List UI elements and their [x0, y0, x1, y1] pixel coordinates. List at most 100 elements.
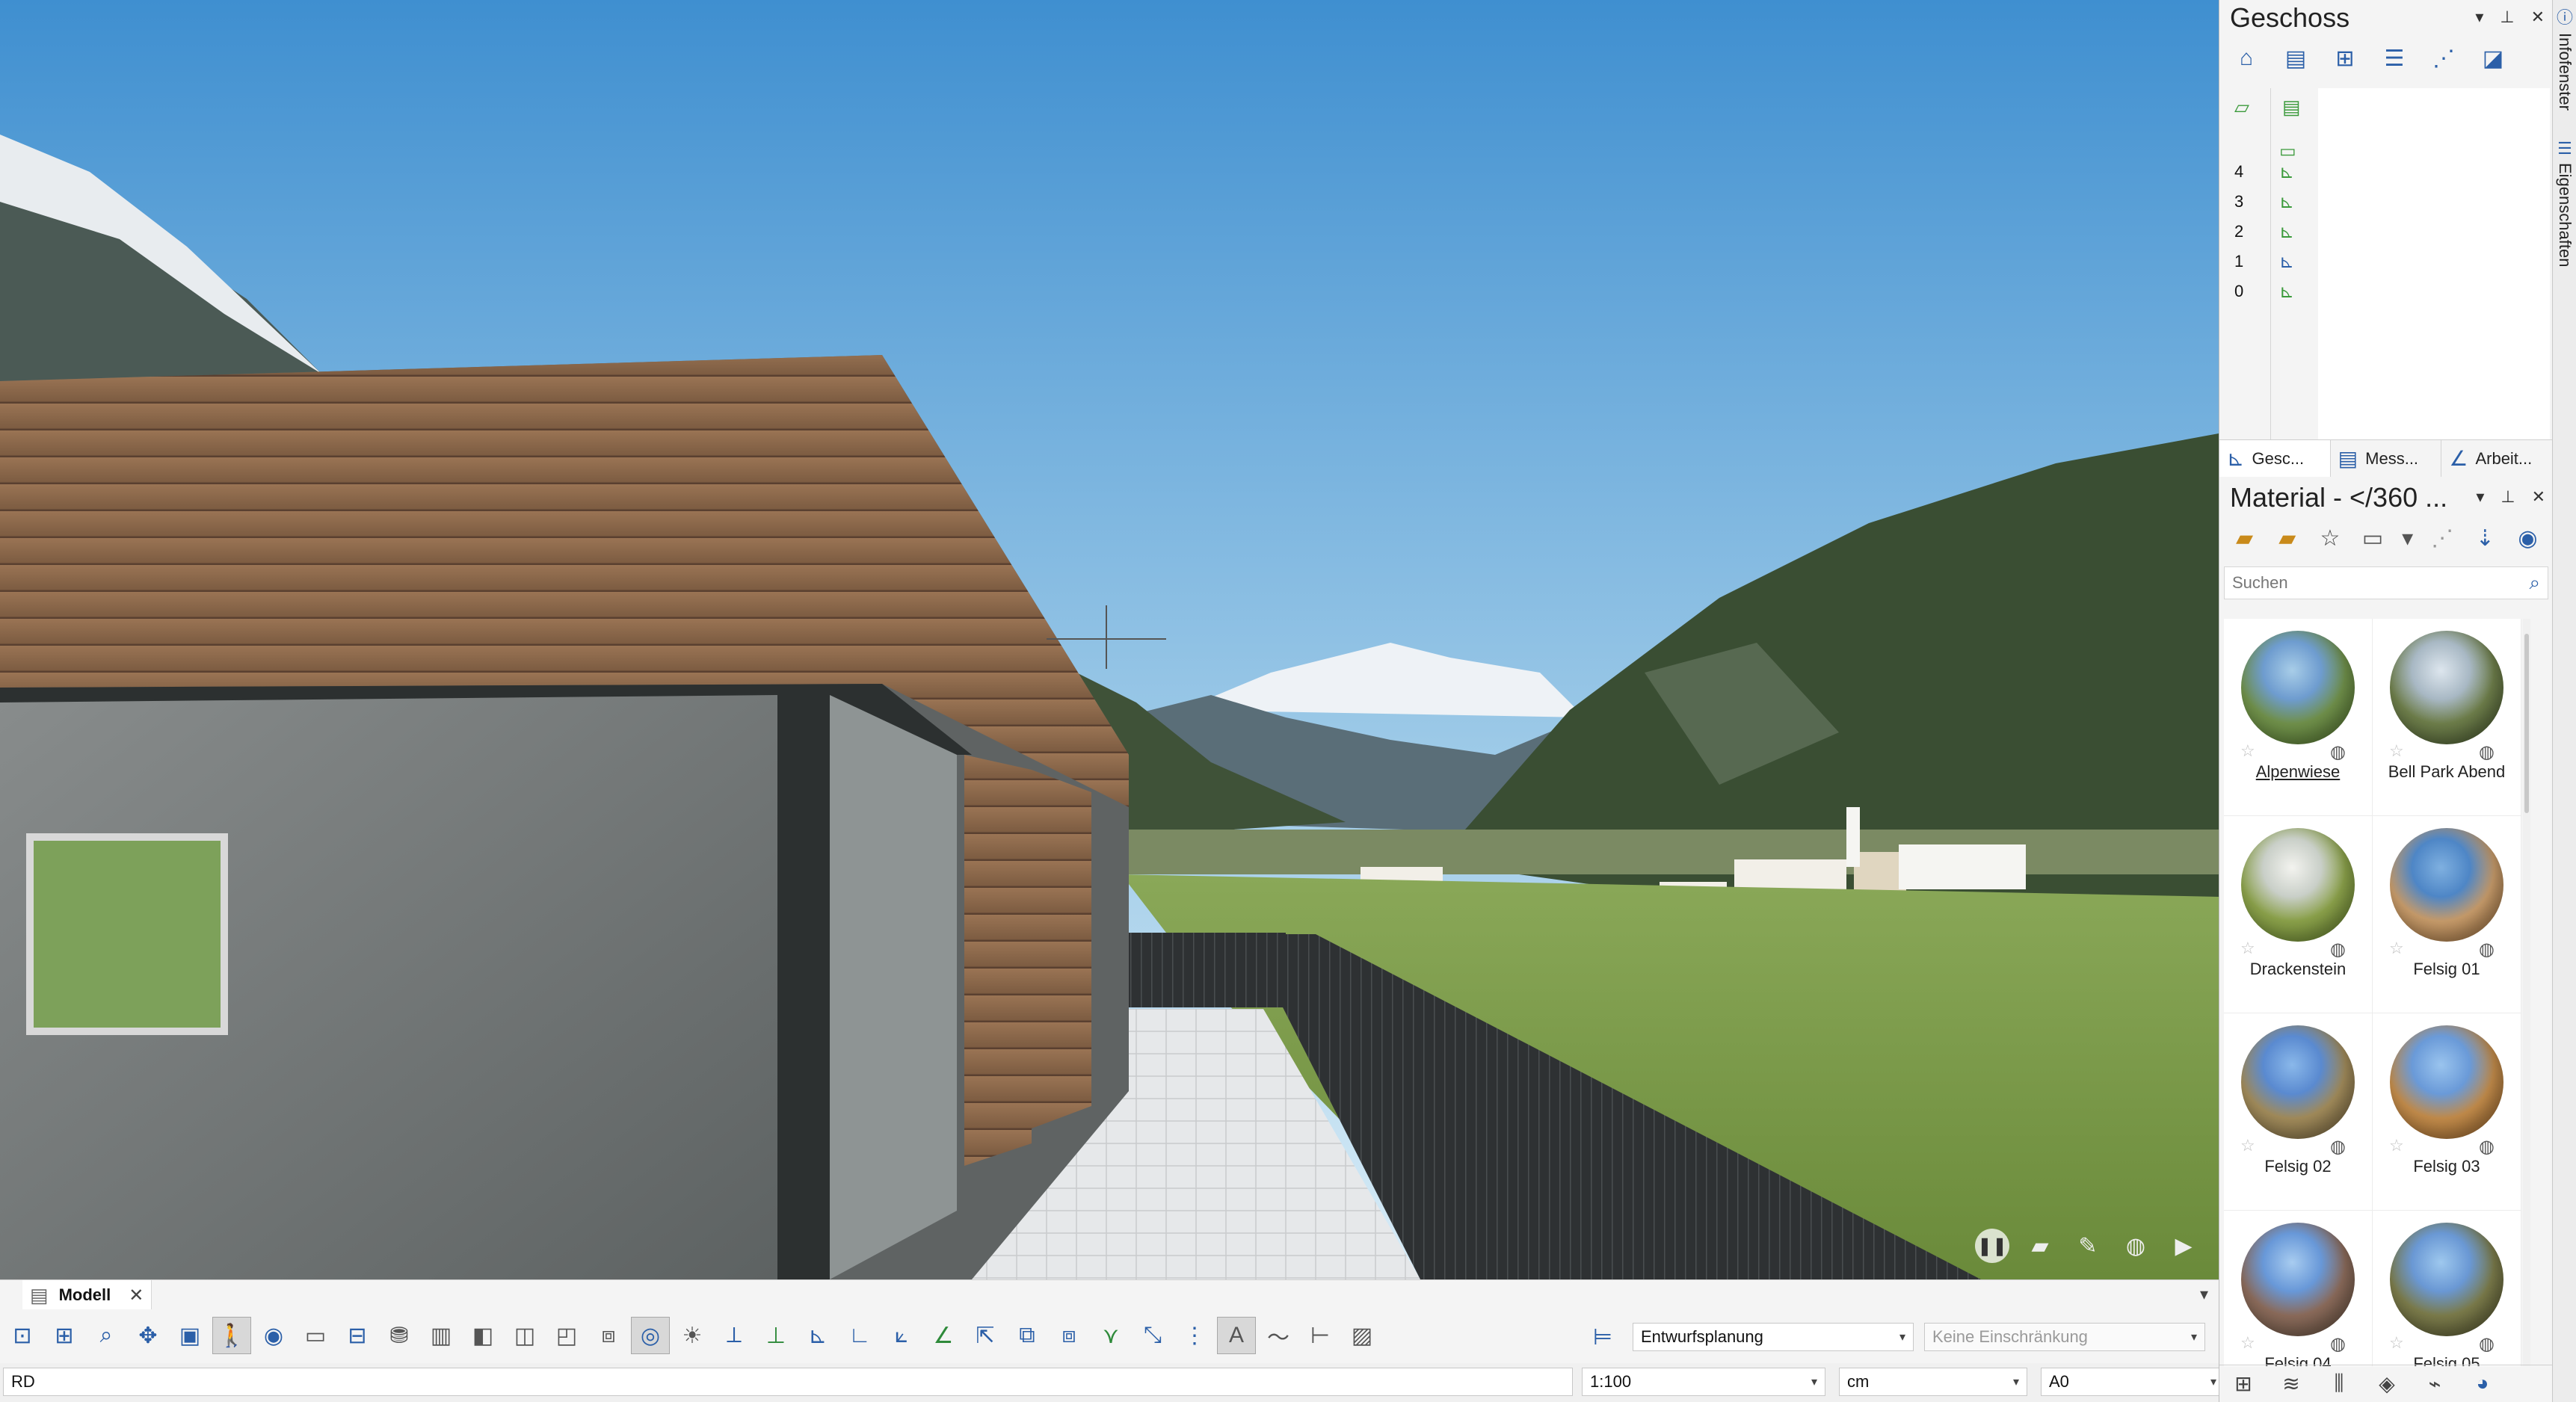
- floor-row[interactable]: 3 ⊾: [2234, 188, 2309, 215]
- snap-icon[interactable]: ⤡: [1133, 1317, 1172, 1354]
- star-icon[interactable]: ☆: [2315, 522, 2344, 555]
- copy-transform-icon[interactable]: ⧈: [1050, 1317, 1088, 1354]
- tab-geschoss[interactable]: ⊾ Gesc...: [2219, 440, 2331, 477]
- text-icon[interactable]: A: [1217, 1317, 1256, 1354]
- axis-yz-icon[interactable]: ⊾: [798, 1317, 837, 1354]
- favorite-star-icon[interactable]: ☆: [2389, 1333, 2404, 1353]
- chevron-down-icon[interactable]: ▾: [2475, 7, 2483, 27]
- material-item[interactable]: ☆ ◍ Felsig 05: [2373, 1211, 2521, 1366]
- material-item[interactable]: ☆ ◍ Alpenwiese: [2224, 619, 2373, 816]
- dimension-icon[interactable]: ⊢: [1301, 1317, 1340, 1354]
- close-icon[interactable]: ✕: [129, 1285, 144, 1306]
- shading-icon[interactable]: ▥: [422, 1317, 460, 1354]
- render-icon[interactable]: ⛃: [380, 1317, 419, 1354]
- material-item[interactable]: ☆ ◍ Bell Park Abend: [2373, 619, 2521, 816]
- axis-free-icon[interactable]: ⟀: [882, 1317, 921, 1354]
- floor-row[interactable]: 2 ⊾: [2234, 218, 2309, 245]
- edit-icon[interactable]: ✎: [2071, 1229, 2105, 1263]
- scrollbar-thumb[interactable]: [2524, 634, 2529, 813]
- material-item[interactable]: ☆ ◍ Felsig 04: [2224, 1211, 2373, 1366]
- pin-icon[interactable]: ⊥: [2500, 487, 2515, 507]
- camera-icon[interactable]: ▶: [2166, 1229, 2201, 1263]
- pin-icon[interactable]: ⊥: [2500, 7, 2514, 27]
- floor-copy-icon[interactable]: ⊞: [2329, 42, 2361, 75]
- search-icon[interactable]: ⌕: [2529, 571, 2540, 595]
- hidden-line-icon[interactable]: ◧: [463, 1317, 502, 1354]
- favorite-star-icon[interactable]: ☆: [2389, 939, 2404, 958]
- open-folder-icon[interactable]: ▰: [2230, 522, 2259, 555]
- material-item[interactable]: ☆ ◍ Felsig 01: [2373, 816, 2521, 1013]
- search-input[interactable]: Suchen: [2232, 573, 2288, 593]
- pan-icon[interactable]: ✥: [129, 1317, 167, 1354]
- favorite-star-icon[interactable]: ☆: [2240, 1333, 2255, 1353]
- unit-select[interactable]: cm ▾: [1839, 1368, 2027, 1396]
- connect-icon[interactable]: ⌁: [2420, 1370, 2450, 1397]
- axis-plane-icon[interactable]: ∠: [924, 1317, 963, 1354]
- measure-angle-icon[interactable]: ⋎: [1091, 1317, 1130, 1354]
- floor-row[interactable]: 0 ⊾: [2234, 278, 2309, 305]
- layout-icon[interactable]: ⊞: [2228, 1370, 2258, 1397]
- select-window-icon[interactable]: ⊡: [3, 1317, 42, 1354]
- 3d-viewport[interactable]: ❚❚ ▰ ✎ ◍ ▶: [0, 0, 2219, 1279]
- tab-modell[interactable]: ▤ Modell ✕: [22, 1280, 152, 1310]
- floor-row[interactable]: 4 ⊾: [2234, 158, 2309, 185]
- floor-visibility-icon[interactable]: ▱: [2234, 96, 2249, 119]
- outline-icon[interactable]: ◰: [547, 1317, 586, 1354]
- planning-phase-icon[interactable]: ⊨: [1583, 1324, 1622, 1350]
- fit-view-icon[interactable]: ▣: [170, 1317, 209, 1354]
- chevron-down-icon[interactable]: ▾: [2200, 1285, 2208, 1304]
- walk-mode-icon[interactable]: 🚶: [212, 1317, 251, 1354]
- favorite-star-icon[interactable]: ☆: [2240, 741, 2255, 761]
- new-floor-icon[interactable]: ⌂: [2230, 42, 2263, 75]
- line-icon[interactable]: 〜: [1259, 1317, 1298, 1354]
- material-item[interactable]: ☆ ◍ Drackenstein: [2224, 816, 2373, 1013]
- floor-sheet-icon[interactable]: ▤: [2282, 96, 2301, 119]
- material-sphere-icon[interactable]: ◕: [2468, 1370, 2498, 1397]
- library-icon[interactable]: ⫼: [2324, 1370, 2354, 1397]
- floor-tree-icon[interactable]: ⋰: [2427, 42, 2460, 75]
- chevron-down-icon[interactable]: ▾: [2401, 522, 2415, 555]
- floor-row-active[interactable]: 1 ⊾: [2234, 248, 2309, 275]
- side-tab-infofenster[interactable]: ⓘ Infofenster: [2554, 4, 2575, 111]
- pause-icon[interactable]: ❚❚: [1975, 1229, 2009, 1263]
- material-scrollbar[interactable]: [2523, 619, 2530, 1366]
- folder-add-icon[interactable]: ▰: [2273, 522, 2302, 555]
- grid-icon[interactable]: ⋮: [1175, 1317, 1214, 1354]
- sphere-view-icon[interactable]: ◎: [631, 1317, 670, 1354]
- tab-workflow[interactable]: ∠ Arbeit...: [2441, 440, 2554, 477]
- tab-messages[interactable]: ▤ Mess...: [2331, 440, 2442, 477]
- view-front-icon[interactable]: ▭: [296, 1317, 335, 1354]
- transform-icon[interactable]: ⧉: [1008, 1317, 1047, 1354]
- vr-goggles-icon[interactable]: ◉: [254, 1317, 293, 1354]
- planning-phase-select[interactable]: Entwurfsplanung ▾: [1633, 1323, 1914, 1351]
- globe-icon[interactable]: ◍: [2119, 1229, 2153, 1263]
- wireframe-icon[interactable]: ◫: [505, 1317, 544, 1354]
- view-mode-icon[interactable]: ▭: [2358, 522, 2388, 555]
- floor-settings-icon[interactable]: ▤: [2279, 42, 2312, 75]
- favorite-star-icon[interactable]: ☆: [2240, 939, 2255, 958]
- scale-select[interactable]: 1:100 ▾: [1582, 1368, 1825, 1396]
- axis-xz-icon[interactable]: ⊥: [757, 1317, 795, 1354]
- paper-select[interactable]: A0 ▾: [2041, 1368, 2225, 1396]
- view-section-icon[interactable]: ⊟: [338, 1317, 377, 1354]
- close-icon[interactable]: ✕: [2532, 487, 2545, 507]
- favorite-star-icon[interactable]: ☆: [2240, 1136, 2255, 1155]
- zoom-window-icon[interactable]: ⊞: [45, 1317, 84, 1354]
- side-tab-eigenschaften[interactable]: ☰ Eigenschaften: [2554, 139, 2575, 267]
- floor-list-icon[interactable]: ☰: [2378, 42, 2411, 75]
- favorite-star-icon[interactable]: ☆: [2389, 741, 2404, 761]
- restriction-select[interactable]: Keine Einschränkung ▾: [1924, 1323, 2205, 1351]
- close-icon[interactable]: ✕: [2531, 7, 2545, 27]
- material-item[interactable]: ☆ ◍ Felsig 03: [2373, 1013, 2521, 1211]
- tree-icon[interactable]: ⋰: [2428, 522, 2457, 555]
- axis-move-icon[interactable]: ⇱: [966, 1317, 1005, 1354]
- isometric-icon[interactable]: ⧈: [589, 1317, 628, 1354]
- sort-az-icon[interactable]: ⇣: [2471, 522, 2500, 555]
- objects-icon[interactable]: ◈: [2372, 1370, 2402, 1397]
- axis-xy-icon[interactable]: ⟂: [715, 1317, 754, 1354]
- axis-iso-icon[interactable]: ∟: [840, 1317, 879, 1354]
- favorite-star-icon[interactable]: ☆: [2389, 1136, 2404, 1155]
- command-input[interactable]: RD: [3, 1368, 1573, 1396]
- floor-edit-icon[interactable]: ◪: [2477, 42, 2509, 75]
- zoom-icon[interactable]: ⌕: [87, 1317, 126, 1354]
